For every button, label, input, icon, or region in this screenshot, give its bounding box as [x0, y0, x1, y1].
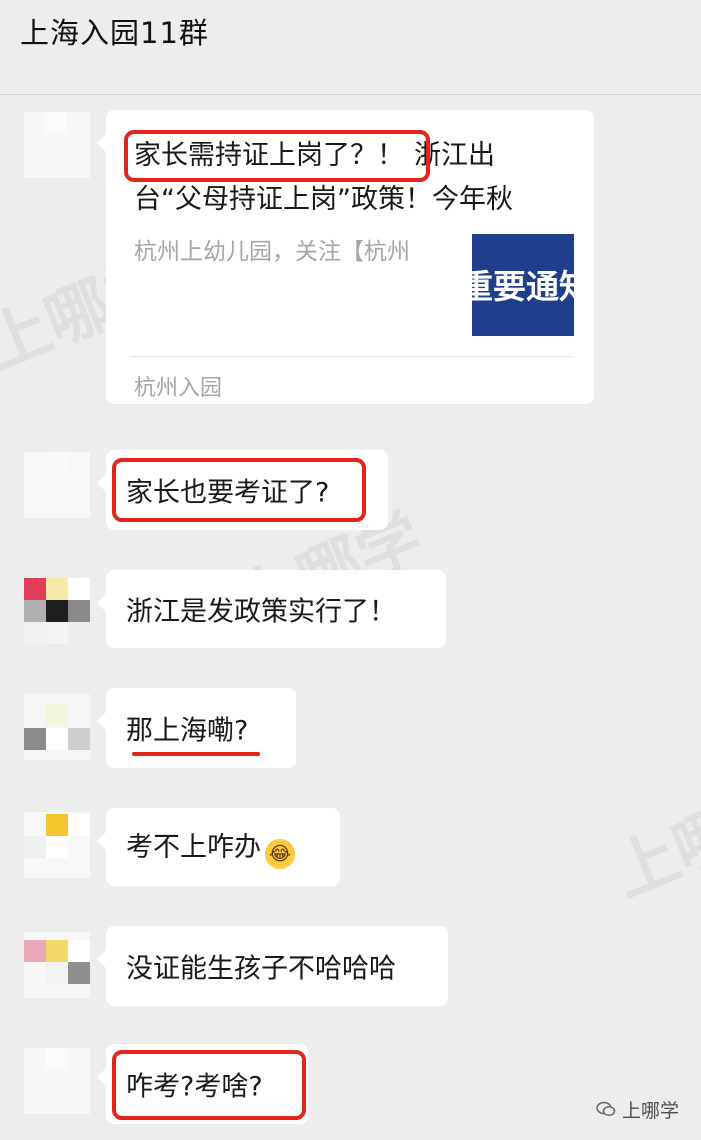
brand-signature: 上哪学 — [596, 1096, 679, 1123]
article-thumbnail: 重要通知 — [472, 234, 574, 336]
highlight-box — [112, 458, 366, 522]
avatar[interactable] — [24, 452, 90, 518]
avatar[interactable] — [24, 812, 90, 878]
avatar[interactable] — [24, 1048, 90, 1114]
chat-header: 上海入园11群 — [0, 0, 701, 95]
message-bubble[interactable]: 没证能生孩子不哈哈哈 — [97, 926, 448, 1006]
highlight-box — [112, 1050, 306, 1120]
highlight-box — [124, 130, 430, 182]
crying-laughing-face-icon: 😂 — [265, 839, 295, 869]
message-bubble[interactable]: 家长也要考证了? — [97, 450, 388, 530]
highlight-underline — [132, 752, 260, 756]
article-description: 杭州上幼儿园，关注【杭州 — [134, 239, 410, 265]
message-text: 没证能生孩子不哈哈哈 — [126, 953, 396, 985]
message-bubble[interactable]: 咋考?考啥? — [97, 1044, 308, 1124]
article-card[interactable]: 家长需持证上岗了？！ 浙江出 台“父母持证上岗”政策！今年秋 杭州上幼儿园，关注【… — [97, 110, 594, 404]
card-divider — [130, 356, 572, 357]
message-text: 考不上咋办 😂 — [126, 825, 295, 869]
message-bubble[interactable]: 浙江是发政策实行了！ — [97, 570, 446, 648]
wechat-icon — [596, 1100, 616, 1122]
message-text: 浙江是发政策实行了！ — [126, 596, 396, 628]
message-text: 那上海嘞? — [126, 715, 249, 747]
avatar[interactable] — [24, 112, 90, 178]
brand-name: 上哪学 — [622, 1100, 680, 1122]
message-bubble[interactable]: 考不上咋办 😂 — [97, 808, 340, 886]
avatar[interactable] — [24, 578, 90, 644]
avatar[interactable] — [24, 932, 90, 998]
message-text-content: 考不上咋办 — [126, 832, 261, 863]
watermark: 上哪学 — [603, 771, 701, 912]
article-title-line2: 台“父母持证上岗”政策！今年秋 — [134, 184, 513, 215]
avatar[interactable] — [24, 694, 90, 760]
thumbnail-text: 重要通知 — [472, 267, 574, 306]
message-bubble[interactable]: 那上海嘞? — [97, 688, 296, 768]
chat-title[interactable]: 上海入园11群 — [20, 10, 209, 52]
article-source: 杭州入园 — [134, 376, 223, 401]
